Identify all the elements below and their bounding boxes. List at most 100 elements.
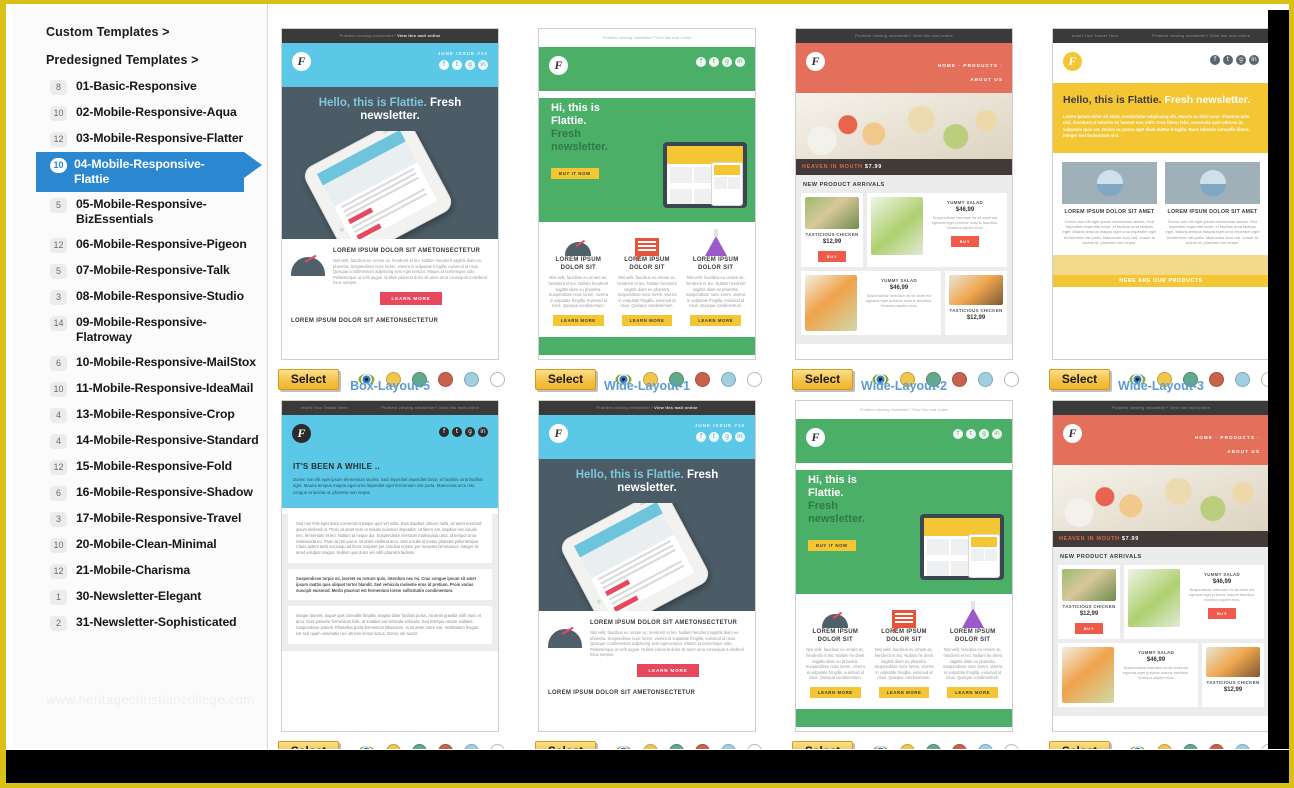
template-card-7[interactable]: Wide-Layout-2 Problem viewing newsletter… xyxy=(789,376,1019,749)
eye-icon[interactable] xyxy=(615,744,632,749)
template-preview[interactable]: Insert Your Teaser Here Problem viewing … xyxy=(1052,28,1268,360)
template-sidebar[interactable]: Custom Templates > Predesigned Templates… xyxy=(12,4,268,749)
swatch-red[interactable] xyxy=(695,743,710,749)
template-card-1[interactable]: Problem viewing newsletter? View this ma… xyxy=(275,4,505,392)
template-preview[interactable]: Problem viewing newsletter? View this ma… xyxy=(538,400,756,732)
swatch-yellow[interactable] xyxy=(386,743,401,749)
select-button[interactable]: Select xyxy=(792,740,853,749)
template-card-4[interactable]: Insert Your Teaser Here Problem viewing … xyxy=(1046,4,1268,392)
phone-device-icon xyxy=(711,162,743,207)
swatch-blue[interactable] xyxy=(978,743,993,749)
learn-more-button[interactable]: LEARN MORE xyxy=(636,663,700,677)
buy-button[interactable]: BUY xyxy=(1074,623,1104,634)
swatch-red[interactable] xyxy=(1209,743,1224,749)
sidebar-item-20-mobile-clean-minimal[interactable]: 10 20-Mobile-Clean-Minimal xyxy=(12,532,267,558)
eye-icon[interactable] xyxy=(872,744,889,749)
template-preview[interactable]: Problem viewing newsletter? View this ma… xyxy=(281,28,499,360)
nav-products[interactable]: PRODUCTS · xyxy=(963,63,1003,68)
template-preview[interactable]: Problem viewing newsletter? View this ma… xyxy=(795,28,1013,360)
sidebar-heading-custom-templates[interactable]: Custom Templates > xyxy=(12,18,267,46)
buy-button[interactable]: BUY xyxy=(1207,608,1237,619)
template-card-5[interactable]: Box-Layout-5 Insert Your Teaser Here Pro… xyxy=(275,376,505,749)
sidebar-item-07-mobile-responsive-talk[interactable]: 5 07-Mobile-Responsive-Talk xyxy=(12,258,267,284)
sidebar-item-01-basic-responsive[interactable]: 8 01-Basic-Responsive xyxy=(12,74,267,100)
sidebar-item-03-mobile-responsive-flatter[interactable]: 12 03-Mobile-Responsive-Flatter xyxy=(12,126,267,152)
sidebar-item-06-mobile-responsive-pigeon[interactable]: 12 06-Mobile-Responsive-Pigeon xyxy=(12,232,267,258)
product-card[interactable]: TASTICIOUS CHICKEN $12,99 xyxy=(1202,643,1264,707)
sidebar-item-14-mobile-responsive-standard[interactable]: 4 14-Mobile-Responsive-Standard xyxy=(12,428,267,454)
sidebar-heading-predesigned-templates[interactable]: Predesigned Templates > xyxy=(12,46,267,74)
template-preview[interactable]: Problem viewing newsletter? View this ma… xyxy=(1052,400,1268,732)
eye-icon[interactable] xyxy=(358,744,375,749)
sidebar-item-30-newsletter-elegant[interactable]: 1 30-Newsletter-Elegant xyxy=(12,584,267,610)
nav-home[interactable]: HOME · xyxy=(938,63,961,68)
swatch-blue[interactable] xyxy=(1235,743,1250,749)
sidebar-item-08-mobile-responsive-studio[interactable]: 3 08-Mobile-Responsive-Studio xyxy=(12,284,267,310)
template-card-6[interactable]: Wide-Layout-1 Problem viewing newsletter… xyxy=(532,376,762,749)
template-card-3[interactable]: Problem viewing newsletter? View this ma… xyxy=(789,4,1019,392)
sidebar-item-10-mobile-responsive-mailstox[interactable]: 6 10-Mobile-Responsive-MailStox xyxy=(12,350,267,376)
buy-button[interactable]: BUY xyxy=(817,251,847,262)
swatch-yellow[interactable] xyxy=(643,743,658,749)
learn-more-button[interactable]: LEARN MORE xyxy=(552,314,604,326)
linkedin-icon: in xyxy=(992,429,1002,439)
template-preview[interactable]: Problem viewing newsletter? View this ma… xyxy=(538,28,756,360)
sidebar-item-11-mobile-responsive-ideamail[interactable]: 10 11-Mobile-Responsive-IdeaMail xyxy=(12,376,267,402)
swatch-green[interactable] xyxy=(1183,743,1198,749)
swatch-blue[interactable] xyxy=(464,743,479,749)
learn-more-button[interactable]: LEARN MORE xyxy=(947,686,999,698)
product-card[interactable]: TASTICIOUS CHICKEN $12,99 BUY xyxy=(1058,565,1120,639)
sidebar-item-04-mobile-responsive-flattie[interactable]: 10 04-Mobile-Responsive-Flattie xyxy=(36,152,262,192)
template-preview[interactable]: Insert Your Teaser Here Problem viewing … xyxy=(281,400,499,732)
right-scroll-strip[interactable] xyxy=(1268,4,1289,749)
swatch-blue[interactable] xyxy=(721,743,736,749)
eye-icon[interactable] xyxy=(1129,744,1146,749)
swatch-green[interactable] xyxy=(669,743,684,749)
learn-more-button[interactable]: LEARN MORE xyxy=(621,314,673,326)
swatch-yellow[interactable] xyxy=(1157,743,1172,749)
learn-more-button[interactable]: LEARN MORE xyxy=(878,686,930,698)
product-card[interactable]: YUMMY SALAD $46,99 Suspendisse interdum … xyxy=(867,193,1007,267)
gallery-row-2: Box-Layout-5 Insert Your Teaser Here Pro… xyxy=(269,376,1268,749)
sidebar-item-02-mobile-responsive-aqua[interactable]: 10 02-Mobile-Responsive-Aqua xyxy=(12,100,267,126)
buy-it-now-button[interactable]: BUY IT NOW xyxy=(808,539,856,551)
learn-more-button[interactable]: LEARN MORE xyxy=(809,686,861,698)
template-card-2[interactable]: Problem viewing newsletter? View this ma… xyxy=(532,4,762,392)
sidebar-item-05-mobile-responsive-bizessentials[interactable]: 5 05-Mobile-Responsive-BizEssentials xyxy=(12,192,267,232)
sidebar-item-13-mobile-responsive-crop[interactable]: 4 13-Mobile-Responsive-Crop xyxy=(12,402,267,428)
swatch-green[interactable] xyxy=(412,743,427,749)
swatch-red[interactable] xyxy=(438,743,453,749)
product-card[interactable]: TASTICIOUS CHICKEN $12,99 BUY xyxy=(801,193,863,267)
swatch-white[interactable] xyxy=(490,743,505,749)
select-button[interactable]: Select xyxy=(278,740,339,749)
sidebar-item-15-mobile-responsive-fold[interactable]: 12 15-Mobile-Responsive-Fold xyxy=(12,454,267,480)
swatch-red[interactable] xyxy=(952,743,967,749)
sidebar-item-21-mobile-charisma[interactable]: 12 21-Mobile-Charisma xyxy=(12,558,267,584)
product-card[interactable]: YUMMY SALAD $46,99 Suspendisse interdum … xyxy=(1058,643,1198,707)
buy-it-now-button[interactable]: BUY IT NOW xyxy=(551,167,599,179)
product-card[interactable]: YUMMY SALAD $46,99 Suspendisse interdum … xyxy=(1124,565,1264,639)
swatch-white[interactable] xyxy=(1261,743,1268,749)
swatch-yellow[interactable] xyxy=(900,743,915,749)
select-button[interactable]: Select xyxy=(1049,740,1110,749)
sidebar-item-09-mobile-responsive-flatroway[interactable]: 14 09-Mobile-Responsive-Flatroway xyxy=(12,310,267,350)
template-card-8[interactable]: Wide-Layout-3 Problem viewing newsletter… xyxy=(1046,376,1268,749)
brand-logo-icon: F xyxy=(549,424,568,443)
sidebar-item-16-mobile-responsive-shadow[interactable]: 6 16-Mobile-Responsive-Shadow xyxy=(12,480,267,506)
learn-more-button[interactable]: LEARN MORE xyxy=(690,314,742,326)
buy-button[interactable]: BUY xyxy=(950,236,980,247)
product-card[interactable]: YUMMY SALAD $46,99 Suspendisse interdum … xyxy=(801,271,941,335)
swatch-green[interactable] xyxy=(926,743,941,749)
learn-more-button[interactable]: LEARN MORE xyxy=(379,291,443,305)
select-button[interactable]: Select xyxy=(535,740,596,749)
nav-about-us[interactable]: ABOUT US xyxy=(970,77,1003,82)
sidebar-item-31-newsletter-sophisticated[interactable]: 2 31-Newsletter-Sophisticated xyxy=(12,610,267,636)
nav-about-us[interactable]: ABOUT US xyxy=(1227,449,1260,454)
sidebar-item-17-mobile-responsive-travel[interactable]: 3 17-Mobile-Responsive-Travel xyxy=(12,506,267,532)
template-preview[interactable]: Problem viewing newsletter? View this ma… xyxy=(795,400,1013,732)
nav-home[interactable]: HOME · xyxy=(1195,435,1218,440)
product-card[interactable]: TASTICIOUS CHICKEN $12,99 xyxy=(945,271,1007,335)
nav-products[interactable]: PRODUCTS · xyxy=(1220,435,1260,440)
swatch-white[interactable] xyxy=(747,743,762,749)
swatch-white[interactable] xyxy=(1004,743,1019,749)
